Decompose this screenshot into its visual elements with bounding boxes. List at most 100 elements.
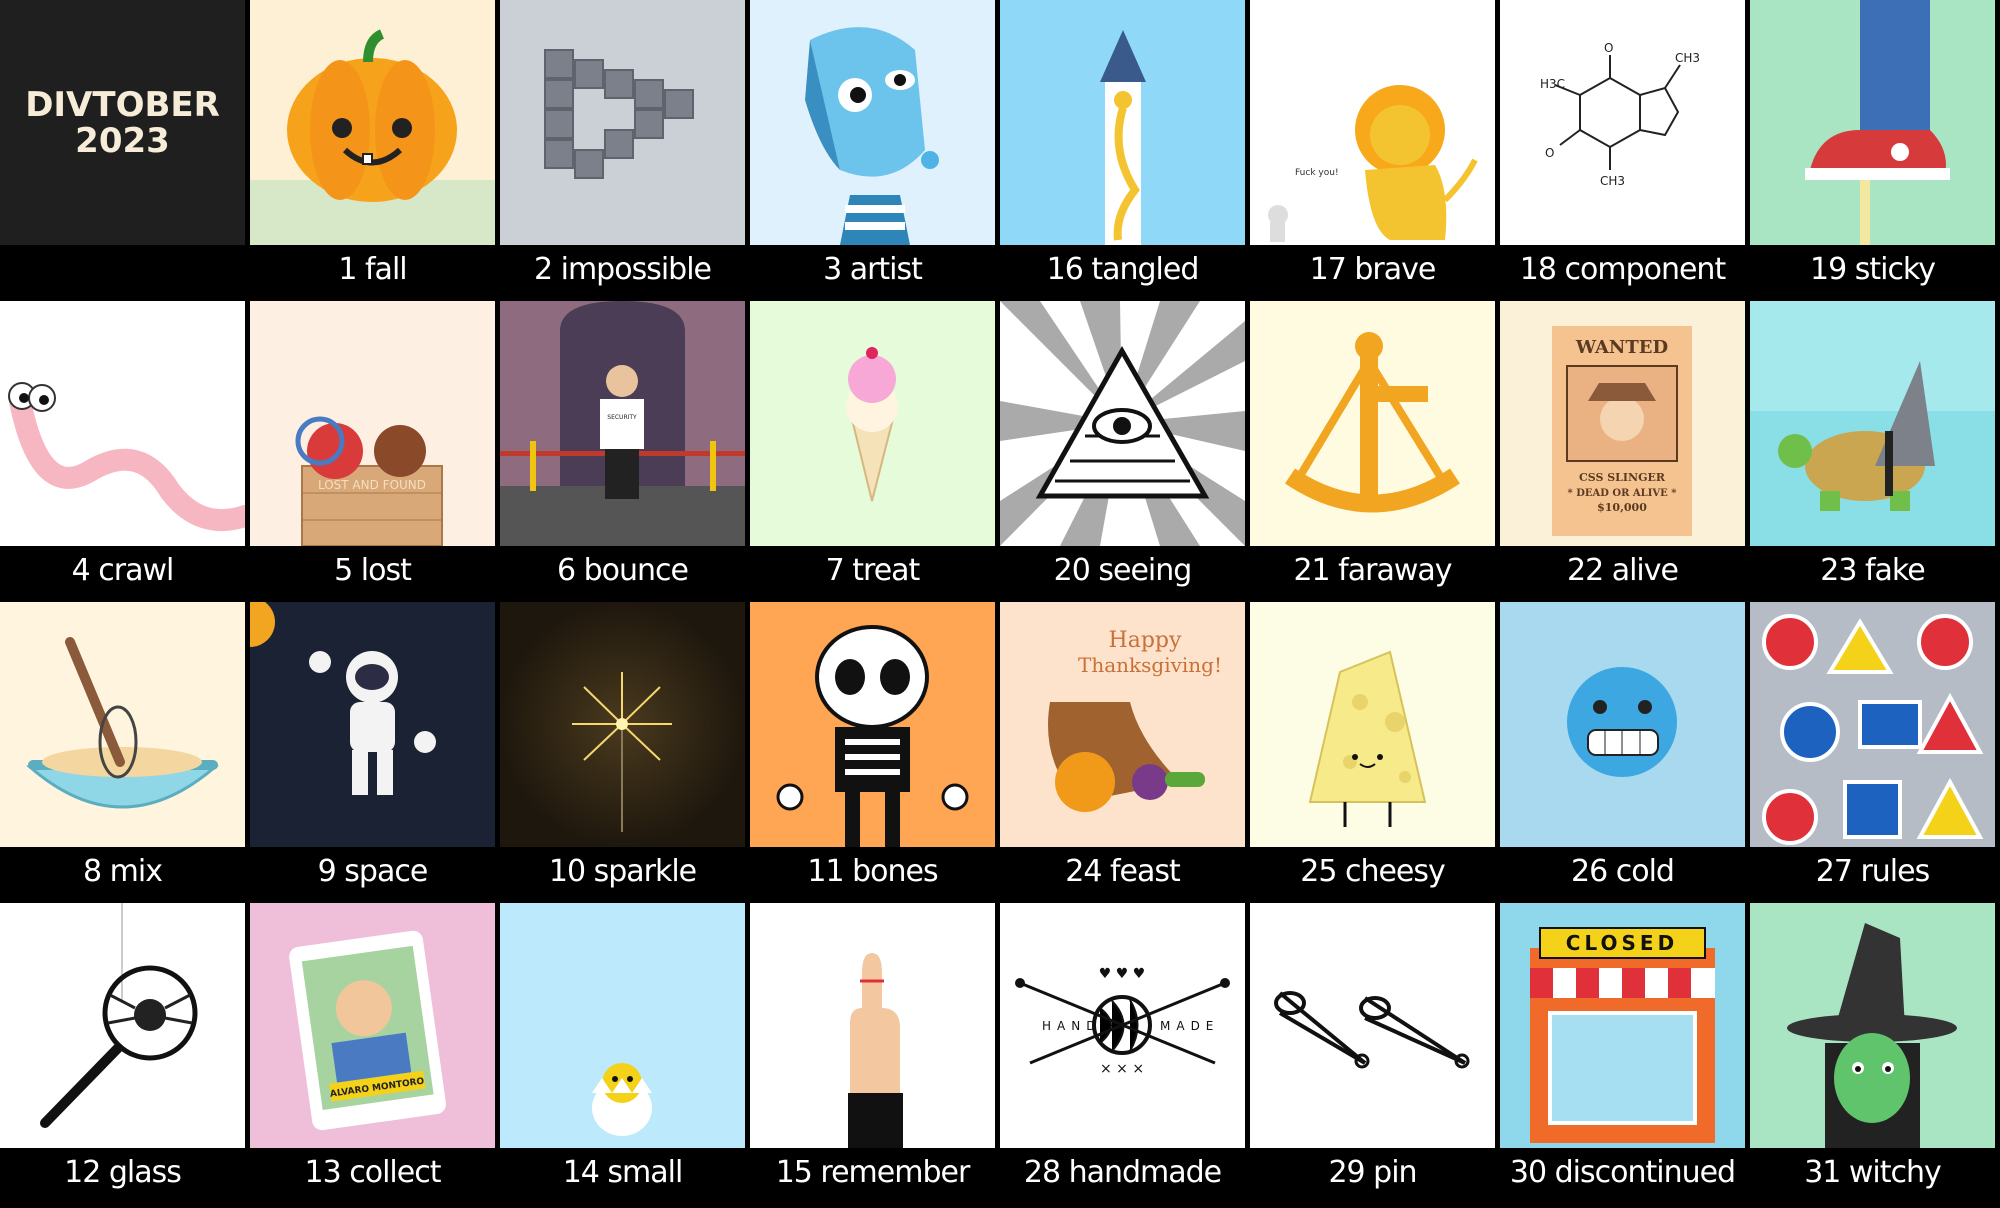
lion-icon-drawing: Fuck you! bbox=[1250, 0, 1495, 245]
sneaker-icon bbox=[1750, 0, 1995, 245]
tile-label: 31 witchy bbox=[1804, 1155, 1942, 1190]
svg-text:× × ×: × × × bbox=[1100, 1061, 1144, 1077]
magnifying-glass-spider-icon-drawing bbox=[0, 903, 245, 1148]
svg-text:SECURITY: SECURITY bbox=[607, 414, 637, 421]
cheese-icon-drawing bbox=[1250, 602, 1495, 847]
tile-cheesy[interactable]: 25 cheesy bbox=[1250, 602, 1495, 897]
tile-label: 29 pin bbox=[1328, 1155, 1417, 1190]
tile-faraway[interactable]: 21 faraway bbox=[1250, 301, 1495, 596]
tower-icon-drawing bbox=[1000, 0, 1245, 245]
tile-rules[interactable]: 27 rules bbox=[1750, 602, 1995, 897]
svg-text:WANTED: WANTED bbox=[1575, 337, 1668, 358]
svg-text:O: O bbox=[1545, 146, 1554, 160]
tile-label: 24 feast bbox=[1065, 854, 1181, 889]
cheese-icon bbox=[1250, 602, 1495, 847]
witch-icon-drawing bbox=[1750, 903, 1995, 1148]
worm-icon-drawing bbox=[0, 301, 245, 546]
title-line-2: 2023 bbox=[75, 120, 170, 161]
svg-text:HAND: HAND bbox=[1042, 1019, 1101, 1033]
cornucopia-icon-drawing: HappyThanksgiving! bbox=[1000, 602, 1245, 847]
tile-brave[interactable]: Fuck you! 17 brave bbox=[1250, 0, 1495, 295]
tile-label: 25 cheesy bbox=[1300, 854, 1446, 889]
lost-and-found-box-icon-drawing: LOST AND FOUND bbox=[250, 301, 495, 546]
tile-bounce[interactable]: SECURITY 6 bounce bbox=[500, 301, 745, 596]
tile-tangled[interactable]: 16 tangled bbox=[1000, 0, 1245, 295]
safety-pins-icon-drawing bbox=[1250, 903, 1495, 1148]
tile-fake[interactable]: 23 fake bbox=[1750, 301, 1995, 596]
tile-label: 3 artist bbox=[823, 252, 923, 287]
tile-bones[interactable]: 11 bones bbox=[750, 602, 995, 897]
tile-label: 11 bones bbox=[807, 854, 938, 889]
closed-store-icon-drawing: CLOSED bbox=[1500, 903, 1745, 1148]
tile-impossible[interactable]: 2 impossible bbox=[500, 0, 745, 295]
cubist-portrait-icon-drawing bbox=[750, 0, 995, 245]
tile-remember[interactable]: 15 remember bbox=[750, 903, 995, 1198]
tile-seeing[interactable]: 20 seeing bbox=[1000, 301, 1245, 596]
tile-fall[interactable]: 1 fall bbox=[250, 0, 495, 295]
ice-cream-icon-drawing bbox=[750, 301, 995, 546]
tile-glass[interactable]: 12 glass bbox=[0, 903, 245, 1198]
freezing-face-icon-drawing bbox=[1500, 602, 1745, 847]
tile-artist[interactable]: 3 artist bbox=[750, 0, 995, 295]
svg-text:CLOSED: CLOSED bbox=[1566, 931, 1678, 955]
lion-icon: Fuck you! bbox=[1250, 0, 1495, 245]
astronaut-icon-drawing bbox=[250, 602, 495, 847]
whisk-bowl-icon-drawing bbox=[0, 602, 245, 847]
tile-label: 9 space bbox=[317, 854, 429, 889]
tile-label: 23 fake bbox=[1820, 553, 1925, 588]
tile-discontinued[interactable]: CLOSED 30 discontinued bbox=[1500, 903, 1745, 1198]
tile-witchy[interactable]: 31 witchy bbox=[1750, 903, 1995, 1198]
sneaker-icon-drawing bbox=[1750, 0, 1995, 245]
tile-sticky[interactable]: 19 sticky bbox=[1750, 0, 1995, 295]
bouncer-icon: SECURITY bbox=[500, 301, 745, 546]
turtle-shark-fin-icon-drawing bbox=[1750, 301, 1995, 546]
tile-alive[interactable]: WANTED CSS SLINGER * DEAD OR ALIVE * $10,00… bbox=[1500, 301, 1745, 596]
finger-string-icon bbox=[750, 903, 995, 1148]
tile-cold[interactable]: 26 cold bbox=[1500, 602, 1745, 897]
tile-label: 4 crawl bbox=[71, 553, 175, 588]
tile-treat[interactable]: 7 treat bbox=[750, 301, 995, 596]
tile-label: 26 cold bbox=[1571, 854, 1675, 889]
witch-icon bbox=[1750, 903, 1995, 1148]
tile-space[interactable]: 9 space bbox=[250, 602, 495, 897]
pumpkin-icon bbox=[250, 0, 495, 245]
tile-label: 2 impossible bbox=[533, 252, 712, 287]
safety-pins-icon bbox=[1250, 903, 1495, 1148]
tile-collect[interactable]: ALVARO MONTORO 13 collect bbox=[250, 903, 495, 1198]
tile-label: 14 small bbox=[562, 1155, 684, 1190]
svg-text:O: O bbox=[1604, 41, 1613, 55]
tile-pin[interactable]: 29 pin bbox=[1250, 903, 1495, 1198]
yarn-needles-icon-drawing: HAND MADE ♥ ♥ ♥ × × × bbox=[1000, 903, 1245, 1148]
svg-text:LOST AND FOUND: LOST AND FOUND bbox=[318, 478, 426, 492]
svg-text:Fuck you!: Fuck you! bbox=[1295, 168, 1339, 178]
tile-feast[interactable]: Happy Thanksgiving! 24 feast bbox=[1000, 602, 1245, 897]
closed-store-icon: CLOSED bbox=[1500, 903, 1745, 1148]
hatching-chick-icon-drawing bbox=[500, 903, 745, 1148]
tile-label: 22 alive bbox=[1567, 553, 1679, 588]
svg-text:CSS SLINGER: CSS SLINGER bbox=[1579, 471, 1666, 484]
tile-sparkle[interactable]: 10 sparkle bbox=[500, 602, 745, 897]
divtober-grid: DIVTOBER 2023 1 fall 2 impossible 3 artist… bbox=[0, 0, 2000, 1208]
sextant-icon bbox=[1250, 301, 1495, 546]
tile-component[interactable]: O H3C O CH3 CH3 18 component bbox=[1500, 0, 1745, 295]
all-seeing-eye-icon bbox=[1000, 301, 1245, 546]
cubist-portrait-icon bbox=[750, 0, 995, 245]
tile-crawl[interactable]: 4 crawl bbox=[0, 301, 245, 596]
tile-mix[interactable]: 8 mix bbox=[0, 602, 245, 897]
worm-icon bbox=[0, 301, 245, 546]
tile-label: 16 tangled bbox=[1046, 252, 1200, 287]
svg-text:CH3: CH3 bbox=[1600, 174, 1625, 188]
yarn-needles-icon: HAND MADE ♥ ♥ ♥ × × × bbox=[1000, 903, 1245, 1148]
pumpkin-icon-drawing bbox=[250, 0, 495, 245]
tile-small[interactable]: 14 small bbox=[500, 903, 745, 1198]
tile-label: 21 faraway bbox=[1293, 553, 1452, 588]
tile-label: 27 rules bbox=[1815, 854, 1930, 889]
tile-label: 19 sticky bbox=[1810, 252, 1936, 287]
tile-lost[interactable]: LOST AND FOUND 5 lost bbox=[250, 301, 495, 596]
wanted-poster-icon: WANTED CSS SLINGER * DEAD OR ALIVE * $10,00… bbox=[1500, 301, 1745, 546]
tile-handmade[interactable]: HAND MADE ♥ ♥ ♥ × × × 28 handmade bbox=[1000, 903, 1245, 1198]
trading-card-icon: ALVARO MONTORO bbox=[250, 903, 495, 1148]
impossible-triangle-icon-drawing bbox=[500, 0, 745, 245]
skeleton-icon-drawing bbox=[750, 602, 995, 847]
title-line-1: DIVTOBER bbox=[25, 84, 220, 125]
